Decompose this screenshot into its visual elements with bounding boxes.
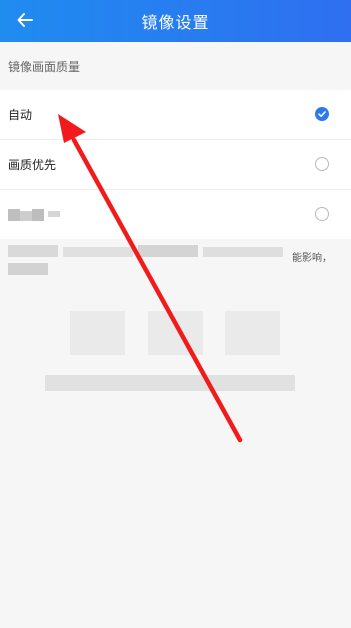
annotation-arrow-icon — [58, 114, 243, 443]
